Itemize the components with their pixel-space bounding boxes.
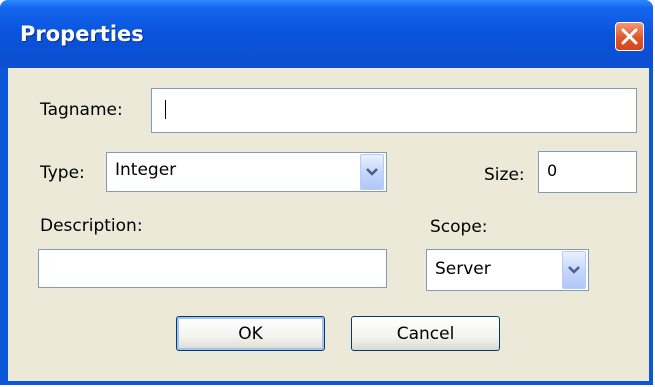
text-caret bbox=[165, 100, 166, 119]
chevron-down-icon bbox=[568, 266, 580, 274]
scope-label: Scope: bbox=[430, 217, 488, 237]
scope-dropdown-button[interactable] bbox=[562, 251, 586, 289]
close-icon bbox=[621, 28, 638, 45]
size-input[interactable]: 0 bbox=[538, 151, 637, 193]
description-label: Description: bbox=[40, 216, 143, 236]
size-value: 0 bbox=[547, 161, 558, 180]
dialog-body: Tagname: Type: Integer Size: 0 Descripti… bbox=[8, 68, 649, 381]
type-selected-value: Integer bbox=[115, 160, 177, 180]
chevron-down-icon bbox=[366, 168, 378, 176]
ok-button[interactable]: OK bbox=[176, 316, 325, 351]
scope-selected-value: Server bbox=[435, 259, 491, 279]
cancel-button[interactable]: Cancel bbox=[351, 316, 500, 351]
tagname-label: Tagname: bbox=[40, 100, 123, 120]
tagname-input[interactable] bbox=[151, 88, 637, 133]
scope-select[interactable]: Server bbox=[426, 249, 589, 291]
size-label: Size: bbox=[484, 165, 525, 185]
close-button[interactable] bbox=[615, 22, 644, 51]
dialog-title: Properties bbox=[20, 22, 144, 46]
type-label: Type: bbox=[40, 163, 85, 183]
type-dropdown-button[interactable] bbox=[360, 154, 384, 190]
title-bar[interactable]: Properties bbox=[0, 0, 653, 68]
type-select[interactable]: Integer bbox=[106, 152, 387, 192]
properties-dialog: Properties Tagname: Type: Integer Size: bbox=[0, 0, 653, 385]
description-input[interactable] bbox=[38, 249, 387, 288]
